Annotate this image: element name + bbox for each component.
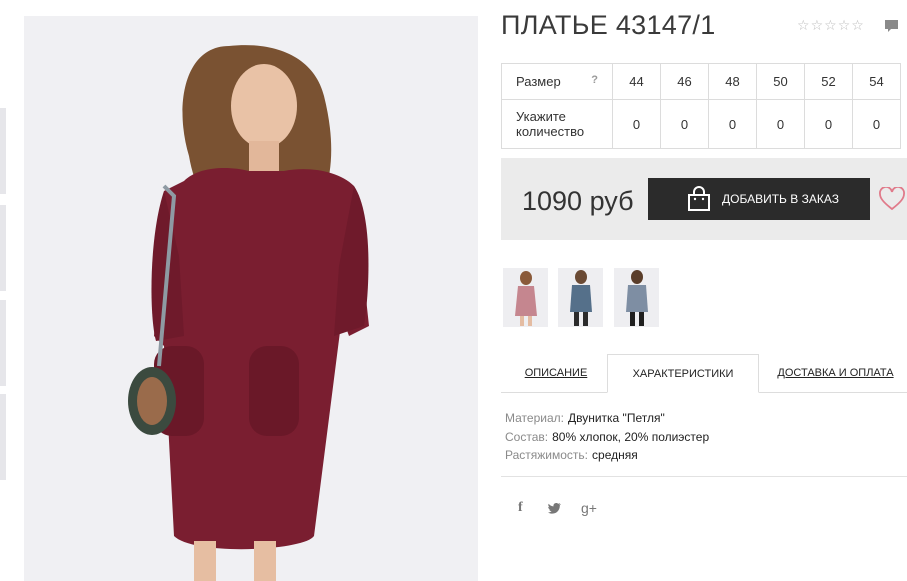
thumbnail-strip-edge xyxy=(0,108,6,480)
google-plus-icon[interactable]: g+ xyxy=(581,500,597,516)
spec-key: Материал: xyxy=(505,411,564,425)
add-to-order-label: ДОБАВИТЬ В ЗАКАЗ xyxy=(722,192,839,206)
quantity-input[interactable]: 0 xyxy=(804,99,853,149)
product-title: ПЛАТЬЕ 43147/1 xyxy=(501,10,716,40)
thumbnail-image xyxy=(626,270,648,326)
spec-row: Материал: Двунитка "Петля" xyxy=(505,409,709,428)
size-value: 44 xyxy=(612,63,661,100)
spec-value: средняя xyxy=(592,448,638,462)
thumbnail-blue-dress[interactable] xyxy=(558,268,603,327)
facebook-icon[interactable]: f xyxy=(518,500,523,516)
spec-value: Двунитка "Петля" xyxy=(567,411,665,425)
star-icon[interactable]: ☆ xyxy=(811,17,824,33)
spec-row: Растяжимость: средняя xyxy=(505,446,709,465)
size-help-icon[interactable]: ? xyxy=(591,74,598,86)
quantity-input[interactable]: 0 xyxy=(612,99,661,149)
tab-delivery[interactable]: ДОСТАВКА И ОПЛАТА xyxy=(766,354,905,392)
tab-delivery-label: ДОСТАВКА И ОПЛАТА xyxy=(777,367,894,379)
quantity-input[interactable]: 0 xyxy=(660,99,709,149)
spec-key: Растяжимость: xyxy=(505,448,589,462)
quantity-input[interactable]: 0 xyxy=(756,99,805,149)
size-value: 50 xyxy=(756,63,805,100)
size-table: Размер ? 44 46 48 50 52 54 Укажите колич… xyxy=(501,63,901,149)
quantity-input[interactable]: 0 xyxy=(708,99,757,149)
divider xyxy=(501,476,907,477)
thumbnail-image xyxy=(515,271,537,326)
size-row: Размер ? 44 46 48 50 52 54 xyxy=(501,63,901,100)
purchase-panel: 1090 руб ДОБАВИТЬ В ЗАКАЗ xyxy=(501,158,907,240)
quantity-label: Укажите количество xyxy=(501,99,613,149)
twitter-icon[interactable] xyxy=(548,502,562,514)
add-to-order-button[interactable]: ДОБАВИТЬ В ЗАКАЗ xyxy=(648,178,870,220)
tab-description-label: ОПИСАНИЕ xyxy=(524,367,588,379)
product-main-image[interactable] xyxy=(24,16,478,581)
strip-segment[interactable] xyxy=(0,205,6,291)
comment-icon[interactable] xyxy=(884,19,899,33)
strip-segment[interactable] xyxy=(0,300,6,386)
size-value: 52 xyxy=(804,63,853,100)
star-icon[interactable]: ☆ xyxy=(797,17,810,33)
star-icon[interactable]: ☆ xyxy=(851,17,864,33)
spec-key: Состав: xyxy=(505,429,549,444)
tab-specs[interactable]: ХАРАКТЕРИСТИКИ xyxy=(607,354,759,393)
price: 1090 руб xyxy=(522,186,634,216)
tab-description[interactable]: ОПИСАНИЕ xyxy=(505,354,607,392)
quantity-row: Укажите количество 0 0 0 0 0 0 xyxy=(501,99,901,149)
strip-segment[interactable] xyxy=(0,394,6,480)
shopping-bag-icon xyxy=(688,186,710,211)
thumbnail-image xyxy=(570,270,592,326)
thumbnail-grey-dress[interactable] xyxy=(614,268,659,327)
quantity-input[interactable]: 0 xyxy=(852,99,901,149)
size-value: 46 xyxy=(660,63,709,100)
rating-stars[interactable]: ☆ ☆ ☆ ☆ ☆ xyxy=(797,17,864,33)
star-icon[interactable]: ☆ xyxy=(838,17,851,33)
size-value: 54 xyxy=(852,63,901,100)
specs-list: Материал: Двунитка "Петля" Состав: 80% хло… xyxy=(505,409,709,465)
size-label: Размер xyxy=(516,74,561,89)
heart-icon[interactable] xyxy=(879,187,905,211)
model-illustration xyxy=(128,45,369,581)
strip-segment[interactable] xyxy=(0,108,6,194)
star-icon[interactable]: ☆ xyxy=(824,17,837,33)
size-value: 48 xyxy=(708,63,757,100)
thumbnail-red-dress[interactable] xyxy=(503,268,548,327)
tab-specs-label: ХАРАКТЕРИСТИКИ xyxy=(632,367,734,380)
size-label-cell: Размер ? xyxy=(501,63,613,100)
spec-row: Состав: 80% хлопок, 20% полиэстер xyxy=(505,428,709,447)
spec-value: 80% хлопок, 20% полиэстер xyxy=(552,429,710,444)
